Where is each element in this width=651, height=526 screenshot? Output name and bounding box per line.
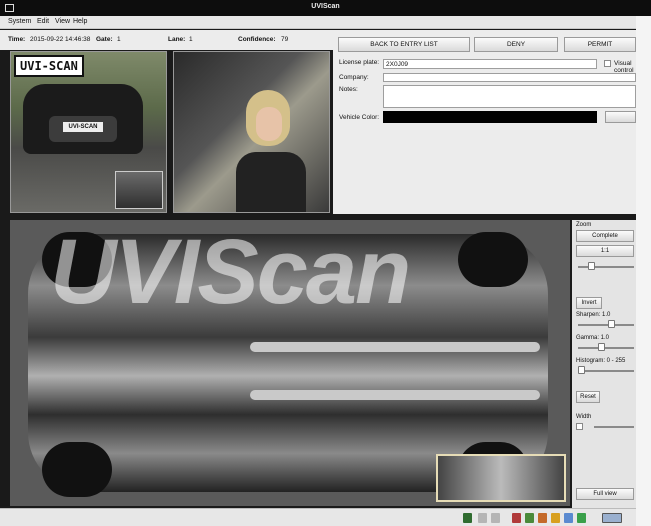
color-picker-button[interactable] bbox=[605, 111, 636, 123]
reset-button[interactable]: Reset bbox=[576, 391, 600, 403]
vehicle-color-swatch[interactable] bbox=[383, 111, 597, 123]
zoom-title: Zoom bbox=[576, 222, 592, 228]
gamma-slider-knob[interactable] bbox=[598, 343, 605, 351]
barrier-icon[interactable] bbox=[478, 513, 487, 523]
sharpen-label: Sharpen: 1.0 bbox=[576, 312, 611, 318]
monitor-icon[interactable] bbox=[602, 513, 622, 523]
status-bar bbox=[0, 508, 636, 526]
zoom-ratio-button[interactable]: 1:1 bbox=[576, 245, 634, 257]
sharpen-slider-knob[interactable] bbox=[608, 320, 615, 328]
sharpen-slider-track[interactable] bbox=[578, 324, 634, 326]
entry-form: BACK TO ENTRY LIST DENY PERMIT License p… bbox=[333, 30, 636, 214]
gate-value: 1 bbox=[117, 36, 121, 43]
driver-body bbox=[236, 152, 306, 212]
background-window-edge bbox=[636, 16, 651, 526]
invert-button[interactable]: Invert bbox=[576, 297, 602, 309]
zoom-slider-knob[interactable] bbox=[588, 262, 595, 270]
histogram-label: Histogram: 0 - 255 bbox=[576, 358, 626, 364]
wheel-front-right bbox=[42, 442, 112, 497]
back-to-entry-list-button[interactable]: BACK TO ENTRY LIST bbox=[338, 37, 470, 52]
deny-button[interactable]: DENY bbox=[474, 37, 558, 52]
permit-button[interactable]: PERMIT bbox=[564, 37, 636, 52]
width-checkbox[interactable] bbox=[576, 423, 583, 430]
histogram-slider-knob[interactable] bbox=[578, 366, 585, 374]
gamma-slider-track[interactable] bbox=[578, 347, 634, 349]
network-icon[interactable] bbox=[564, 513, 573, 523]
zoom-slider-track[interactable] bbox=[578, 266, 634, 268]
vehicle-color-label: Vehicle Color: bbox=[339, 114, 380, 121]
menu-edit[interactable]: Edit bbox=[37, 18, 49, 25]
printer-icon[interactable] bbox=[538, 513, 547, 523]
light-icon[interactable] bbox=[551, 513, 560, 523]
company-label: Company: bbox=[339, 74, 369, 81]
lane-value: 1 bbox=[189, 36, 193, 43]
zoom-complete-button[interactable]: Complete bbox=[576, 230, 634, 242]
notes-label: Notes: bbox=[339, 86, 358, 93]
notes-field[interactable] bbox=[383, 85, 636, 108]
license-plate-field[interactable]: 2X0J09 bbox=[383, 59, 597, 69]
exhaust-pipe bbox=[250, 390, 540, 400]
license-plate-label: License plate: bbox=[339, 59, 380, 66]
time-value: 2015-09-22 14:46:38 bbox=[30, 36, 91, 43]
driver-camera-image[interactable] bbox=[173, 51, 330, 213]
window-title: UVIScan bbox=[311, 3, 340, 10]
status-ok-icon[interactable] bbox=[577, 513, 586, 523]
traffic-light-icon[interactable] bbox=[463, 513, 472, 523]
menu-bar: System Edit View Help bbox=[0, 16, 636, 29]
exhaust-pipe bbox=[250, 342, 540, 352]
time-label: Time: bbox=[8, 36, 26, 43]
uviscan-watermark: UVIScan bbox=[50, 221, 411, 323]
gamma-label: Gamma: 1.0 bbox=[576, 335, 610, 341]
width-slider-track[interactable] bbox=[594, 426, 634, 428]
vehicle-plate: UVI-SCAN bbox=[63, 122, 103, 132]
alarm-icon[interactable] bbox=[512, 513, 521, 523]
menu-help[interactable]: Help bbox=[73, 18, 87, 25]
confidence-label: Confidence: bbox=[238, 36, 276, 43]
zoom-panel: Zoom Complete 1:1 Invert Sharpen: 1.0 Ga… bbox=[572, 220, 636, 510]
menu-view[interactable]: View bbox=[55, 18, 70, 25]
menu-system[interactable]: System bbox=[8, 18, 31, 25]
camera-icon[interactable] bbox=[525, 513, 534, 523]
front-camera-image[interactable]: UVI-SCAN UVI-SCAN bbox=[10, 51, 167, 213]
driver-face bbox=[256, 107, 282, 141]
histogram-slider-track[interactable] bbox=[578, 370, 634, 372]
full-view-button[interactable]: Full view bbox=[576, 488, 634, 500]
scan-overview-minimap[interactable] bbox=[436, 454, 566, 502]
lane-label: Lane: bbox=[168, 36, 186, 43]
company-field[interactable] bbox=[383, 73, 636, 82]
gate-label: Gate: bbox=[96, 36, 113, 43]
title-bar: UVIScan bbox=[0, 0, 651, 16]
visual-control-label: Visual control bbox=[614, 60, 634, 74]
width-label: Width bbox=[576, 414, 592, 420]
scan-thumbnail[interactable] bbox=[115, 171, 163, 209]
confidence-value: 79 bbox=[281, 36, 289, 43]
undercarriage-scan-image[interactable]: UVIScan bbox=[10, 220, 570, 506]
entry-info-bar: Time: 2015-09-22 14:46:38 Gate: 1 Lane: … bbox=[0, 30, 333, 50]
wheel-rear-left bbox=[458, 232, 528, 287]
visual-control-checkbox[interactable] bbox=[604, 60, 611, 67]
barrier-icon[interactable] bbox=[491, 513, 500, 523]
uvi-scan-logo: UVI-SCAN bbox=[14, 55, 84, 77]
